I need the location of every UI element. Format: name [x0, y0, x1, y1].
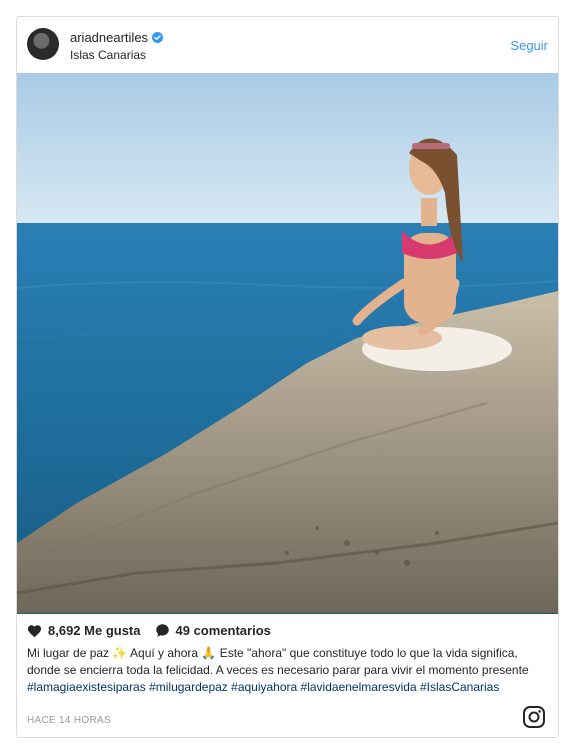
- post-actions: 8,692 Me gusta 49 comentarios: [27, 623, 285, 638]
- comments-count[interactable]: 49 comentarios: [176, 623, 271, 638]
- photo-illustration: [17, 73, 558, 614]
- location-link[interactable]: Islas Canarias: [70, 48, 146, 62]
- instagram-icon[interactable]: [522, 705, 546, 729]
- follow-button[interactable]: Seguir: [510, 38, 548, 53]
- post-timestamp[interactable]: HACE 14 HORAS: [27, 715, 111, 726]
- caption-text-2: Aquí y ahora: [130, 646, 199, 660]
- likes-group: 8,692 Me gusta: [27, 623, 141, 638]
- username[interactable]: ariadneartiles: [70, 30, 148, 45]
- verified-badge-icon: [152, 32, 164, 43]
- hashtag-link[interactable]: #milugardepaz: [149, 680, 228, 694]
- caption-text-1: Mi lugar de paz: [27, 646, 110, 660]
- heart-icon[interactable]: [27, 624, 42, 638]
- sparkles-emoji: ✨: [112, 646, 128, 660]
- hashtag-link[interactable]: #aquiyahora: [231, 680, 297, 694]
- comments-group: 49 comentarios: [155, 623, 271, 638]
- post-photo[interactable]: [17, 73, 558, 614]
- likes-count[interactable]: 8,692 Me gusta: [48, 623, 141, 638]
- hashtag-link[interactable]: #lamagiaexistesiparas: [27, 680, 146, 694]
- post-caption: Mi lugar de paz ✨ Aquí y ahora 🙏 Este "a…: [27, 645, 547, 696]
- hashtag-link[interactable]: #lavidaenelmaresvida: [301, 680, 417, 694]
- avatar[interactable]: [27, 28, 59, 60]
- instagram-post-card: ariadneartiles Islas Canarias Seguir 8,6…: [16, 16, 559, 738]
- post-header: ariadneartiles Islas Canarias Seguir: [17, 17, 558, 73]
- praying-emoji: 🙏: [201, 646, 217, 660]
- hashtag-link[interactable]: #IslasCanarias: [420, 680, 499, 694]
- username-row: ariadneartiles: [70, 30, 164, 45]
- comment-icon[interactable]: [155, 623, 170, 638]
